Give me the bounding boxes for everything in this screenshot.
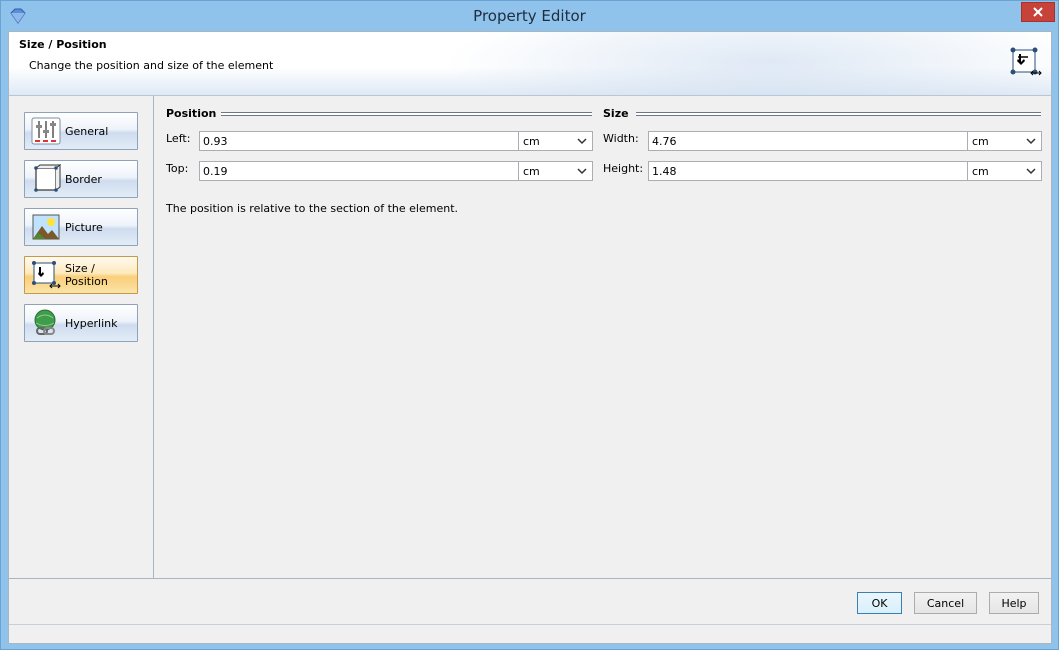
move-resize-icon [1010, 47, 1042, 76]
sidebar-item-hyperlink[interactable]: Hyperlink [24, 304, 138, 342]
sidebar-item-label: Border [65, 172, 102, 186]
top-label: Top: [166, 162, 189, 175]
sidebar-item-label: Size / Position [65, 262, 108, 288]
category-sidebar: General Border Picture Size / Position H… [9, 96, 154, 578]
window-title: Property Editor [473, 7, 586, 25]
cancel-button[interactable]: Cancel [914, 592, 977, 614]
top-unit-value: cm [523, 164, 540, 178]
page-title: Size / Position [19, 38, 107, 51]
sidebar-item-size-position[interactable]: Size / Position [24, 256, 138, 294]
chevron-down-icon [1026, 168, 1036, 175]
sidebar-item-label: Picture [65, 220, 103, 234]
dialog-footer: OK Cancel Help [9, 578, 1051, 624]
sidebar-item-border[interactable]: Border [24, 160, 138, 198]
position-note: The position is relative to the section … [166, 202, 458, 215]
left-unit-select[interactable]: cm [518, 131, 593, 151]
height-input[interactable] [648, 161, 968, 181]
move-resize-icon [32, 261, 61, 289]
border-frame-icon [34, 164, 61, 192]
title-bar[interactable]: Property Editor [1, 1, 1058, 31]
dialog-client: Size / Position Change the position and … [8, 31, 1052, 644]
width-unit-select[interactable]: cm [967, 131, 1042, 151]
sidebar-item-label: Hyperlink [65, 316, 118, 330]
size-group-title: Size [603, 107, 629, 120]
ok-button[interactable]: OK [857, 592, 902, 614]
top-unit-select[interactable]: cm [518, 161, 593, 181]
height-unit-select[interactable]: cm [967, 161, 1042, 181]
chevron-down-icon [1026, 138, 1036, 145]
left-input[interactable] [199, 131, 519, 151]
chevron-down-icon [577, 138, 587, 145]
page-header: Size / Position Change the position and … [9, 32, 1051, 96]
width-unit-value: cm [972, 134, 989, 148]
left-label: Left: [166, 132, 191, 145]
left-unit-value: cm [523, 134, 540, 148]
help-button[interactable]: Help [989, 592, 1039, 614]
chevron-down-icon [577, 168, 587, 175]
width-label: Width: [603, 132, 639, 145]
width-input[interactable] [648, 131, 968, 151]
sidebar-item-label: General [65, 124, 109, 138]
globe-link-icon [34, 309, 56, 335]
group-separator [221, 112, 592, 116]
close-button[interactable] [1021, 2, 1055, 22]
close-icon [1033, 7, 1043, 17]
picture-icon [32, 214, 60, 240]
height-unit-value: cm [972, 164, 989, 178]
sidebar-item-picture[interactable]: Picture [24, 208, 138, 246]
sidebar-item-general[interactable]: General [24, 112, 138, 150]
size-position-panel: Position Left: cm Top: cm Size Width: cm [155, 96, 1051, 578]
group-separator [636, 112, 1041, 116]
position-group-title: Position [166, 107, 217, 120]
sliders-icon [31, 117, 61, 145]
page-subtitle: Change the position and size of the elem… [29, 59, 274, 72]
status-bar [9, 624, 1051, 643]
top-input[interactable] [199, 161, 519, 181]
property-editor-window: Property Editor Size / Position Change t… [0, 0, 1059, 650]
height-label: Height: [603, 162, 644, 175]
header-decoration [389, 32, 1051, 95]
